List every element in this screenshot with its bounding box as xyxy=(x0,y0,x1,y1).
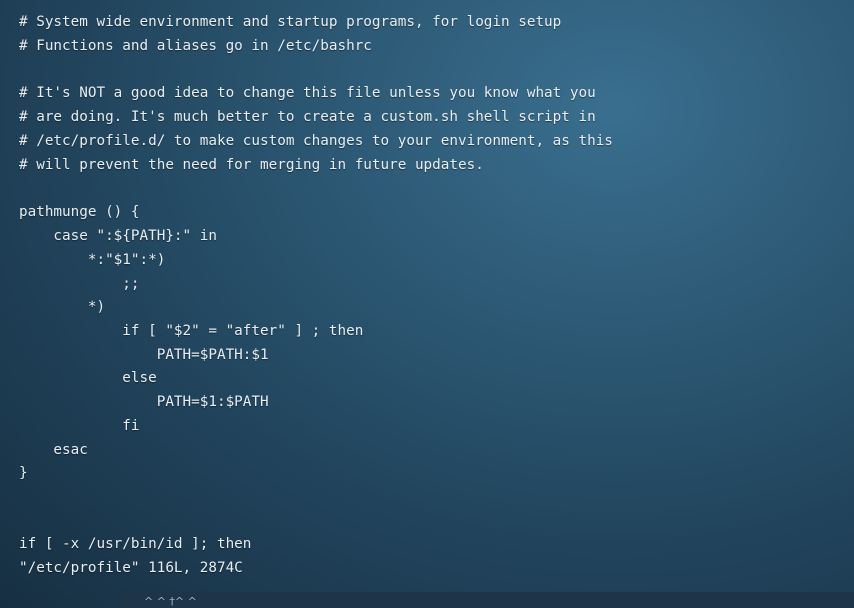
code-line-12: ;; xyxy=(19,276,140,292)
code-line-4: # It's NOT a good idea to change this fi… xyxy=(19,85,596,101)
code-line-15: PATH=$PATH:$1 xyxy=(19,347,269,363)
code-line-7: # will prevent the need for merging in f… xyxy=(19,157,484,173)
taskbar[interactable]: ^ ^ †^ ^ xyxy=(120,592,854,608)
code-line-23: if [ -x /usr/bin/id ]; then xyxy=(19,536,252,552)
code-line-19: esac xyxy=(19,442,88,458)
code-line-10: case ":${PATH}:" in xyxy=(19,228,217,244)
code-line-9: pathmunge () { xyxy=(19,204,140,220)
terminal-window[interactable]: # System wide environment and startup pr… xyxy=(0,0,854,608)
code-line-2: # Functions and aliases go in /etc/bashr… xyxy=(19,38,372,54)
code-line-16: else xyxy=(19,370,157,386)
code-line-1: # System wide environment and startup pr… xyxy=(19,14,562,30)
code-line-14: if [ "$2" = "after" ] ; then xyxy=(19,323,364,339)
code-line-18: fi xyxy=(19,418,140,434)
code-line-5: # are doing. It's much better to create … xyxy=(19,109,596,125)
code-line-20: } xyxy=(19,465,28,481)
code-line-11: *:"$1":*) xyxy=(19,252,166,268)
code-line-13: *) xyxy=(19,299,106,315)
taskbar-label: ^ ^ †^ ^ xyxy=(144,595,197,608)
code-line-17: PATH=$1:$PATH xyxy=(19,394,269,410)
editor-status-line: "/etc/profile" 116L, 2874C xyxy=(19,560,243,576)
code-line-6: # /etc/profile.d/ to make custom changes… xyxy=(19,133,613,149)
